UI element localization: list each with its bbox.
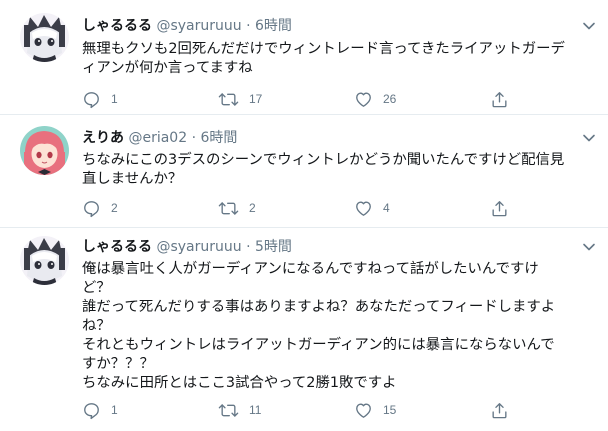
retweet-icon — [218, 92, 239, 106]
tweet-text-line: それともウィントレはライアットガーディアン的には暴言にならないんで — [82, 337, 555, 353]
retweet-button[interactable]: 11 — [218, 400, 261, 420]
timestamp[interactable]: 5時間 — [255, 239, 292, 255]
retweet-icon — [218, 403, 239, 417]
retweet-icon — [218, 201, 239, 215]
user-handle[interactable]: @syaruruuu — [156, 239, 241, 255]
tweet-text: ちなみにこの3デスのシーンでウィントレかどうか聞いたんですけど配信見 直しません… — [82, 151, 602, 189]
avatar[interactable] — [20, 236, 69, 285]
tweet-text-line: ちなみに田所とはここ3試合やって2勝1敗ですよ — [82, 375, 397, 391]
reply-icon — [84, 402, 99, 419]
tweet-text-line: ど？ — [82, 280, 111, 296]
share-button[interactable] — [490, 89, 509, 109]
like-count: 26 — [383, 92, 397, 106]
reply-button[interactable]: 2 — [82, 198, 118, 218]
tweet[interactable]: しゃるるる @syaruruuu · 5時間 俺は暴言吐く人がガーディアンになる… — [0, 228, 608, 431]
share-icon — [492, 402, 507, 418]
tweet-actions: 2 2 4 — [82, 198, 522, 218]
share-icon — [492, 200, 507, 216]
separator-dot: · — [191, 130, 197, 146]
like-icon — [356, 91, 371, 107]
tweet-text-line: すか？？？ — [82, 356, 154, 372]
tweet-actions: 1 11 15 — [82, 400, 522, 420]
tweet-text-line: 俺は暴言吐く人がガーディアンになるんですねって話がしたいんですけ — [82, 261, 539, 277]
retweet-count: 11 — [249, 403, 262, 417]
like-count: 4 — [383, 201, 390, 215]
like-button[interactable]: 4 — [354, 198, 390, 218]
timestamp[interactable]: 6時間 — [200, 130, 237, 146]
reply-icon — [84, 91, 99, 108]
avatar[interactable] — [20, 13, 69, 62]
tweet-text: 俺は暴言吐く人がガーディアンになるんですねって話がしたいんですけ ど？ 誰だって… — [82, 260, 602, 393]
like-icon — [356, 402, 371, 418]
tweet-text: 無理もクソも2回死んだだけでウィントレード言ってきたライアットガーデ ィアンが何… — [82, 40, 602, 78]
like-button[interactable]: 15 — [354, 400, 396, 420]
avatar-image — [20, 13, 69, 62]
separator-dot: · — [246, 18, 251, 34]
like-count: 15 — [383, 403, 397, 417]
avatar[interactable] — [20, 126, 69, 175]
avatar-image — [20, 126, 69, 175]
reply-button[interactable]: 1 — [82, 400, 118, 420]
reply-count: 2 — [111, 201, 118, 215]
tweet-text-line: 無理もクソも2回死んだだけでウィントレード言ってきたライアットガーデ — [82, 41, 565, 57]
tweet-text-line: 直しませんか？ — [82, 171, 183, 187]
like-icon — [356, 200, 371, 216]
tweet-header: しゃるるる @syaruruuu · 6時間 — [82, 17, 292, 35]
user-handle[interactable]: @syaruruuu — [156, 18, 241, 34]
chevron-down-icon[interactable] — [582, 240, 596, 254]
share-icon — [492, 91, 507, 107]
display-name[interactable]: しゃるるる — [82, 18, 152, 34]
retweet-button[interactable]: 17 — [218, 89, 262, 109]
display-name[interactable]: しゃるるる — [82, 239, 152, 255]
tweet-header: えりあ @eria02 · 6時間 — [82, 129, 237, 147]
chevron-down-icon[interactable] — [582, 19, 596, 33]
retweet-count: 2 — [249, 201, 256, 215]
reply-icon — [84, 200, 99, 217]
retweet-count: 17 — [249, 92, 263, 106]
reply-count: 1 — [111, 92, 118, 106]
share-button[interactable] — [490, 400, 509, 420]
tweet-text-line: ね？ — [82, 318, 111, 334]
display-name[interactable]: えりあ — [82, 130, 124, 146]
tweet[interactable]: しゃるるる @syaruruuu · 6時間 無理もクソも2回死んだだけでウィン… — [0, 0, 608, 115]
tweet-header: しゃるるる @syaruruuu · 5時間 — [82, 238, 292, 256]
reply-button[interactable]: 1 — [82, 89, 118, 109]
tweet-text-line: ィアンが何か言ってますね — [82, 60, 253, 76]
tweet-text-line: 誰だって死んだりする事はありますよね？あなただってフィードしますよ — [82, 299, 556, 315]
user-handle[interactable]: @eria02 — [128, 130, 187, 146]
tweet[interactable]: えりあ @eria02 · 6時間 ちなみにこの3デスのシーンでウィントレかどう… — [0, 115, 608, 228]
tweet-text-line: ちなみにこの3デスのシーンでウィントレかどうか聞いたんですけど配信見 — [82, 152, 565, 168]
chevron-down-icon[interactable] — [582, 131, 596, 145]
reply-count: 1 — [111, 403, 118, 417]
avatar-image — [20, 236, 69, 285]
like-button[interactable]: 26 — [354, 89, 396, 109]
retweet-button[interactable]: 2 — [218, 198, 256, 218]
tweet-actions: 1 17 26 — [82, 89, 522, 109]
timestamp[interactable]: 6時間 — [255, 18, 292, 34]
share-button[interactable] — [490, 198, 509, 218]
separator-dot: · — [246, 239, 251, 255]
